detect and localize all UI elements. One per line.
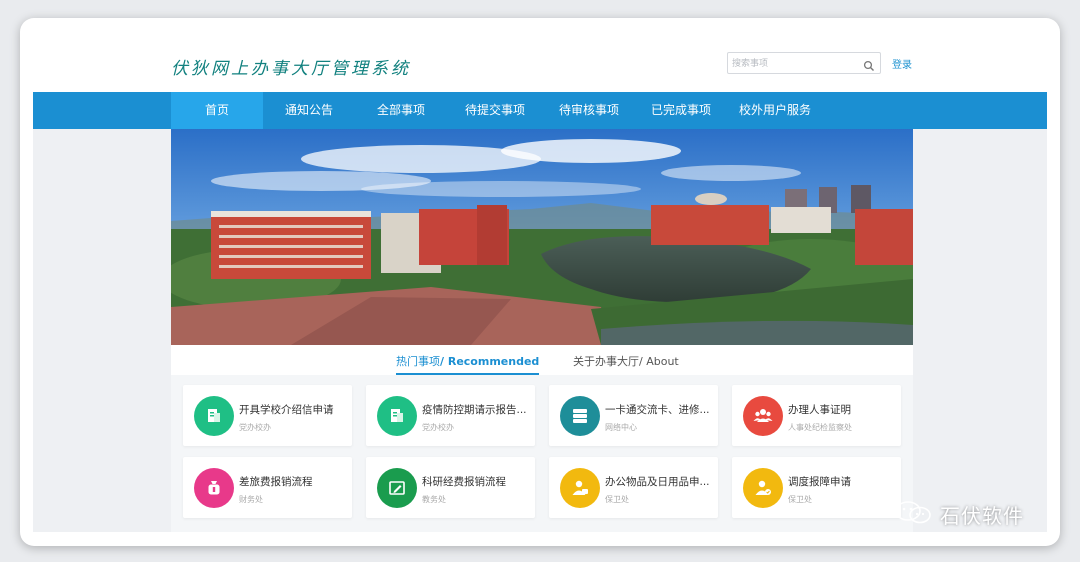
nav-item-all-items[interactable]: 全部事项 bbox=[355, 92, 447, 129]
tab-recommended[interactable]: 热门事项/ Recommended bbox=[396, 353, 540, 375]
document-icon bbox=[377, 396, 417, 436]
nav-item-pending-submit[interactable]: 待提交事项 bbox=[447, 92, 543, 129]
tab-recommended-en: / Recommended bbox=[440, 355, 540, 368]
card-title: 调度报障申请 bbox=[788, 476, 851, 488]
nav-item-pending-review[interactable]: 待审核事项 bbox=[543, 92, 635, 129]
service-card[interactable]: 办公物品及日用品申... 保卫处 bbox=[549, 457, 718, 518]
card-department: 保卫处 bbox=[605, 495, 629, 504]
people-icon bbox=[743, 396, 783, 436]
card-department: 教务处 bbox=[422, 495, 446, 504]
card-title: 科研经费报销流程 bbox=[422, 476, 506, 488]
service-card[interactable]: 差旅费报销流程 财务处 bbox=[183, 457, 352, 518]
pen-form-icon bbox=[377, 468, 417, 508]
card-department: 保卫处 bbox=[788, 495, 812, 504]
service-card[interactable]: 开具学校介绍信申请 党办校办 bbox=[183, 385, 352, 446]
server-icon bbox=[560, 396, 600, 436]
search-box[interactable] bbox=[727, 52, 881, 74]
nav-item-home[interactable]: 首页 bbox=[171, 92, 263, 129]
nav-item-notices[interactable]: 通知公告 bbox=[263, 92, 355, 129]
section-tabs: 热门事项/ Recommended 关于办事大厅/ About bbox=[171, 345, 913, 375]
service-card[interactable]: 办理人事证明 人事处纪检监察处 bbox=[732, 385, 901, 446]
main-content: 热门事项/ Recommended 关于办事大厅/ About 开具学校介绍信申… bbox=[171, 129, 913, 532]
card-title: 差旅费报销流程 bbox=[239, 476, 313, 488]
card-department: 党办校办 bbox=[422, 423, 454, 432]
search-input[interactable] bbox=[732, 55, 858, 71]
campus-banner-image bbox=[171, 129, 913, 345]
tab-recommended-cn: 热门事项 bbox=[396, 355, 440, 368]
watermark: 石伏软件 bbox=[892, 498, 1052, 528]
card-department: 财务处 bbox=[239, 495, 263, 504]
login-link[interactable]: 登录 bbox=[892, 56, 912, 71]
card-title: 疫情防控期请示报告... bbox=[422, 404, 527, 416]
service-card[interactable]: 一卡通交流卡、进修... 网络中心 bbox=[549, 385, 718, 446]
user-card-icon bbox=[560, 468, 600, 508]
nav-item-external-users[interactable]: 校外用户服务 bbox=[727, 92, 823, 129]
main-nav: 首页 通知公告 全部事项 待提交事项 待审核事项 已完成事项 校外用户服务 bbox=[33, 92, 1047, 129]
search-icon[interactable] bbox=[863, 57, 875, 71]
card-department: 人事处纪检监察处 bbox=[788, 423, 852, 432]
card-title: 开具学校介绍信申请 bbox=[239, 404, 334, 416]
document-icon bbox=[194, 396, 234, 436]
card-title: 办公物品及日用品申... bbox=[605, 476, 710, 488]
tab-about[interactable]: 关于办事大厅/ About bbox=[573, 353, 679, 375]
nav-item-completed[interactable]: 已完成事项 bbox=[635, 92, 727, 129]
card-title: 办理人事证明 bbox=[788, 404, 851, 416]
service-card[interactable]: 科研经费报销流程 教务处 bbox=[366, 457, 535, 518]
watermark-text: 石伏软件 bbox=[940, 504, 1024, 528]
site-header: 伏狄网上办事大厅管理系统 登录 bbox=[33, 32, 1047, 92]
browser-page: 伏狄网上办事大厅管理系统 登录 首页 通知公告 全部事项 待提交事项 待审核事项… bbox=[33, 32, 1047, 532]
site-title: 伏狄网上办事大厅管理系统 bbox=[171, 59, 411, 79]
user-check-icon bbox=[743, 468, 783, 508]
service-card[interactable]: 调度报障申请 保卫处 bbox=[732, 457, 901, 518]
service-card[interactable]: 疫情防控期请示报告... 党办校办 bbox=[366, 385, 535, 446]
card-title: 一卡通交流卡、进修... bbox=[605, 404, 710, 416]
card-department: 网络中心 bbox=[605, 423, 637, 432]
wechat-icon bbox=[892, 500, 936, 526]
card-department: 党办校办 bbox=[239, 423, 271, 432]
money-bag-icon bbox=[194, 468, 234, 508]
